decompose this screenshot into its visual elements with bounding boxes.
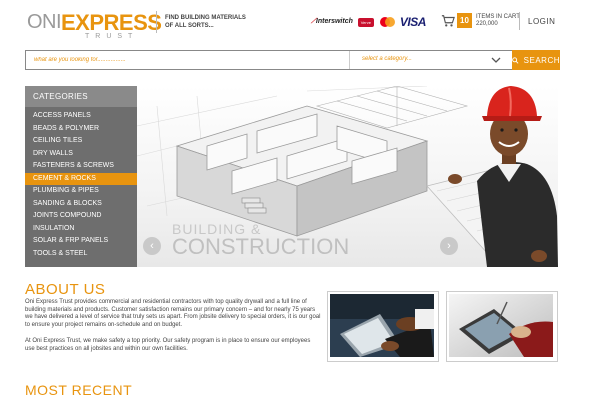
- logo-oni-text: ONI: [27, 11, 62, 33]
- visa-logo: VISA: [399, 15, 427, 29]
- category-item[interactable]: ACCESS PANELS: [25, 110, 137, 123]
- payment-methods: ⟋Interswitch Verve VISA: [311, 15, 427, 29]
- cart-total: 220,000: [476, 20, 498, 27]
- interswitch-logo: ⟋Interswitch: [311, 18, 353, 26]
- smartphone-scene: [449, 294, 553, 357]
- cart-items-label: ITEMS IN CART: [476, 13, 520, 20]
- laptop-photo: [327, 291, 439, 362]
- chevron-down-icon: [491, 57, 501, 63]
- hero-banner: BUILDING & CONSTRUCTION ‹ ›: [137, 86, 558, 267]
- category-item[interactable]: FASTENERS & SCREWS: [25, 160, 137, 173]
- category-item[interactable]: DRY WALLS: [25, 148, 137, 161]
- login-link[interactable]: LOGIN: [528, 17, 555, 26]
- category-select-label: select a category...: [362, 56, 412, 62]
- verve-logo: Verve: [357, 17, 374, 27]
- hero-caption-line2: CONSTRUCTION: [172, 234, 350, 259]
- site-logo[interactable]: ONI EXPRESS TRUST: [27, 10, 162, 41]
- cart-count-badge: 10: [457, 13, 472, 28]
- category-item[interactable]: SANDING & BLOCKS: [25, 198, 137, 211]
- category-item-active[interactable]: CEMENT & ROCKS: [25, 172, 137, 185]
- category-item[interactable]: BEADS & POLYMER: [25, 123, 137, 136]
- category-item[interactable]: JOINTS COMPOUND: [25, 210, 137, 223]
- cart-widget[interactable]: 10 ITEMS IN CART 220,000: [441, 13, 520, 28]
- sidebar-title: CATEGORIES: [25, 86, 137, 107]
- laptop-photo-image: [330, 294, 436, 359]
- about-heading: ABOUT US: [25, 281, 106, 298]
- building-model: [175, 86, 469, 237]
- category-list: ACCESS PANELS BEADS & POLYMER CEILING TI…: [25, 107, 137, 260]
- chevron-right-icon[interactable]: ›: [440, 237, 458, 255]
- search-bar: select a category... SEARCH: [25, 50, 560, 70]
- category-item[interactable]: CEILING TILES: [25, 135, 137, 148]
- cart-icon: [441, 14, 455, 27]
- site-header: ONI EXPRESS TRUST FIND BUILDING MATERIAL…: [0, 0, 600, 46]
- most-recent-heading: MOST RECENT: [25, 382, 133, 398]
- smartphone-photo: [446, 291, 558, 362]
- mastercard-logo: [379, 17, 395, 27]
- logo-trust-text: TRUST: [85, 33, 139, 40]
- category-sidebar: CATEGORIES ACCESS PANELS BEADS & POLYMER…: [25, 86, 137, 267]
- smartphone-photo-image: [449, 294, 555, 359]
- category-item[interactable]: TOOLS & STEEL: [25, 248, 137, 261]
- site-tagline: FIND BUILDING MATERIALS OF ALL SORTS...: [165, 15, 246, 29]
- search-button-label: SEARCH: [523, 55, 560, 65]
- tagline-divider: [156, 11, 157, 33]
- about-paragraph-1: Oni Express Trust provides commercial an…: [25, 299, 321, 328]
- category-item[interactable]: PLUMBING & PIPES: [25, 185, 137, 198]
- cart-summary: ITEMS IN CART 220,000: [476, 14, 520, 28]
- search-button[interactable]: SEARCH: [512, 50, 560, 70]
- about-paragraph-2: At Oni Express Trust, we make safety a t…: [25, 338, 311, 352]
- category-item[interactable]: INSULATION: [25, 223, 137, 236]
- search-input[interactable]: [26, 51, 348, 69]
- category-select[interactable]: select a category...: [349, 51, 511, 69]
- mastercard-yellow-circle: [384, 17, 395, 27]
- header-divider: [519, 12, 520, 30]
- interswitch-label: Interswitch: [315, 18, 353, 25]
- laptop-scene: [330, 294, 434, 357]
- category-item[interactable]: SOLAR & FRP PANELS: [25, 235, 137, 248]
- chevron-left-icon[interactable]: ‹: [143, 237, 161, 255]
- search-icon: [512, 56, 519, 64]
